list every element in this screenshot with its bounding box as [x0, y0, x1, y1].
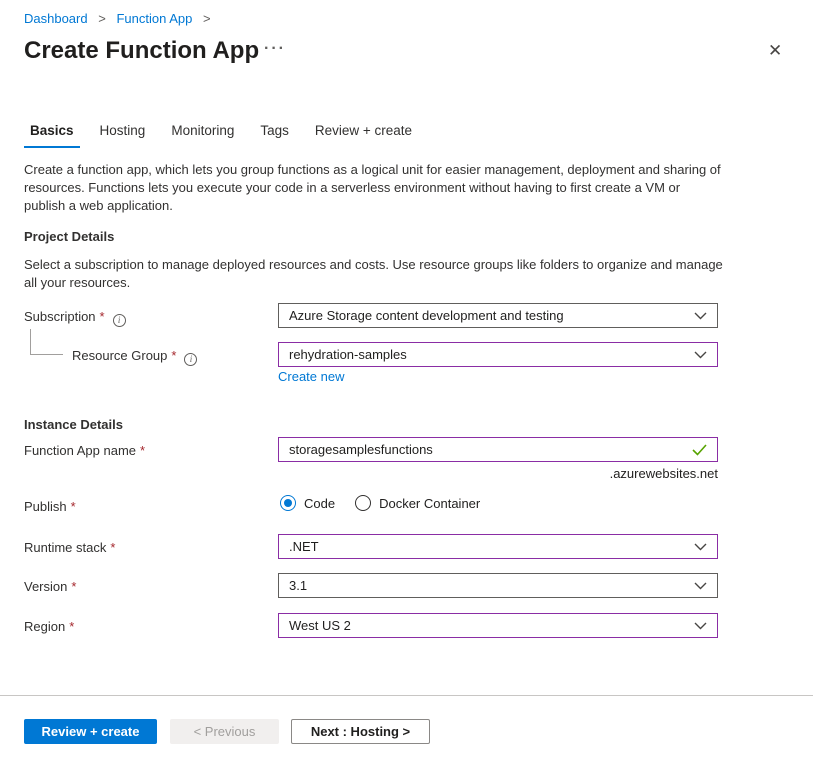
- connector-line-vertical: [30, 329, 31, 355]
- version-dropdown-value: 3.1: [289, 578, 307, 593]
- resource-group-dropdown[interactable]: rehydration-samples: [278, 342, 718, 367]
- page-title: Create Function App: [24, 37, 259, 65]
- publish-radio-group: Code Docker Container: [280, 495, 500, 511]
- runtime-stack-label-text: Runtime stack: [24, 540, 106, 555]
- tab-basics[interactable]: Basics: [24, 121, 80, 148]
- create-function-app-blade: Dashboard > Function App > Create Functi…: [0, 0, 813, 763]
- project-details-description: Select a subscription to manage deployed…: [24, 256, 730, 292]
- subscription-dropdown-value: Azure Storage content development and te…: [289, 308, 564, 323]
- runtime-stack-dropdown[interactable]: .NET: [278, 534, 718, 559]
- region-label: Region *: [24, 619, 74, 634]
- radio-dot: [284, 499, 292, 507]
- tab-hosting[interactable]: Hosting: [94, 121, 152, 148]
- required-asterisk: *: [71, 499, 76, 514]
- chevron-down-icon: [694, 622, 707, 630]
- blade-description: Create a function app, which lets you gr…: [24, 161, 724, 215]
- subscription-dropdown[interactable]: Azure Storage content development and te…: [278, 303, 718, 328]
- chevron-down-icon: [694, 351, 707, 359]
- chevron-down-icon: [694, 543, 707, 551]
- radio-code[interactable]: [280, 495, 296, 511]
- function-app-name-input[interactable]: storagesamplesfunctions: [278, 437, 718, 462]
- region-label-text: Region: [24, 619, 65, 634]
- required-asterisk: *: [69, 619, 74, 634]
- tab-bar: Basics Hosting Monitoring Tags Review + …: [24, 121, 432, 148]
- required-asterisk: *: [140, 443, 145, 458]
- region-dropdown-value: West US 2: [289, 618, 351, 633]
- required-asterisk: *: [100, 309, 105, 324]
- region-dropdown[interactable]: West US 2: [278, 613, 718, 638]
- required-asterisk: *: [110, 540, 115, 555]
- function-app-name-label-text: Function App name: [24, 443, 136, 458]
- breadcrumb: Dashboard > Function App >: [24, 11, 218, 26]
- chevron-down-icon: [694, 582, 707, 590]
- footer-divider: [0, 695, 813, 696]
- publish-label-text: Publish: [24, 499, 67, 514]
- required-asterisk: *: [71, 579, 76, 594]
- resource-group-label: Resource Group * i: [72, 348, 197, 366]
- required-asterisk: *: [171, 348, 176, 363]
- version-dropdown[interactable]: 3.1: [278, 573, 718, 598]
- close-icon[interactable]: ✕: [768, 41, 782, 61]
- subscription-label: Subscription * i: [24, 309, 126, 327]
- next-hosting-button[interactable]: Next : Hosting >: [291, 719, 430, 744]
- previous-button[interactable]: < Previous: [170, 719, 279, 744]
- info-icon[interactable]: i: [184, 353, 197, 366]
- radio-docker-container-label[interactable]: Docker Container: [379, 496, 480, 511]
- more-options-icon[interactable]: ···: [264, 40, 286, 58]
- function-app-name-value: storagesamplesfunctions: [289, 442, 433, 457]
- tab-review-create[interactable]: Review + create: [309, 121, 418, 148]
- function-app-name-label: Function App name *: [24, 443, 145, 458]
- version-label-text: Version: [24, 579, 67, 594]
- breadcrumb-link-function-app[interactable]: Function App: [116, 11, 192, 26]
- chevron-down-icon: [694, 312, 707, 320]
- tab-monitoring[interactable]: Monitoring: [165, 121, 240, 148]
- tab-tags[interactable]: Tags: [254, 121, 295, 148]
- radio-docker-container[interactable]: [355, 495, 371, 511]
- breadcrumb-link-dashboard[interactable]: Dashboard: [24, 11, 88, 26]
- connector-line-horizontal: [30, 354, 63, 355]
- resource-group-dropdown-value: rehydration-samples: [289, 347, 407, 362]
- resource-group-label-text: Resource Group: [72, 348, 167, 363]
- domain-suffix: .azurewebsites.net: [278, 466, 718, 481]
- info-icon[interactable]: i: [113, 314, 126, 327]
- subscription-label-text: Subscription: [24, 309, 96, 324]
- instance-details-heading: Instance Details: [24, 417, 123, 432]
- radio-code-label[interactable]: Code: [304, 496, 335, 511]
- runtime-stack-label: Runtime stack *: [24, 540, 115, 555]
- breadcrumb-separator: >: [98, 11, 106, 26]
- checkmark-icon: [692, 444, 707, 456]
- review-create-button[interactable]: Review + create: [24, 719, 157, 744]
- breadcrumb-separator: >: [203, 11, 211, 26]
- publish-label: Publish *: [24, 499, 76, 514]
- project-details-heading: Project Details: [24, 229, 114, 244]
- create-new-link[interactable]: Create new: [278, 369, 344, 384]
- runtime-stack-dropdown-value: .NET: [289, 539, 319, 554]
- version-label: Version *: [24, 579, 76, 594]
